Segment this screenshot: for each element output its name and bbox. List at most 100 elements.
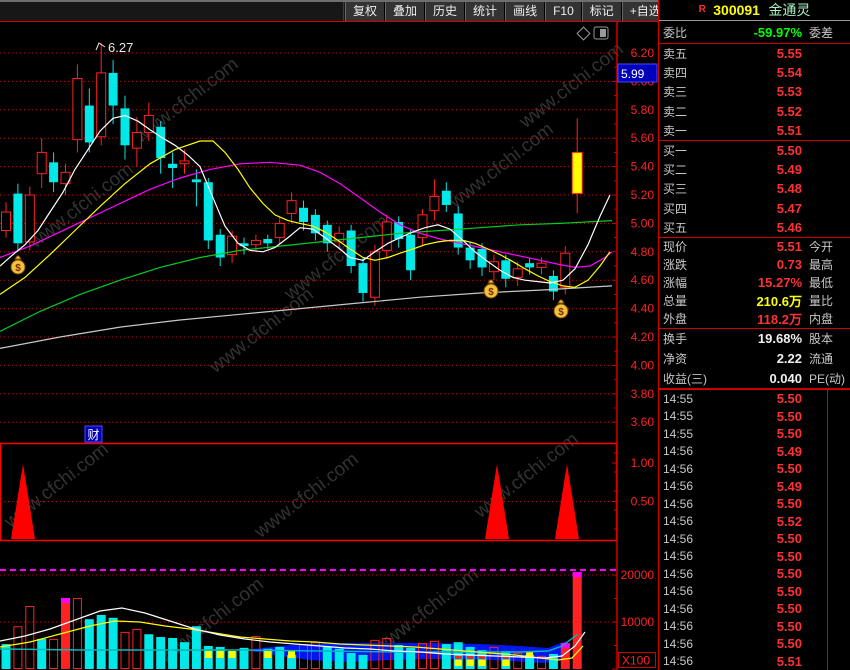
tick-price: 5.50 (776, 601, 802, 617)
ask-label: 卖四 (663, 66, 688, 81)
volume-bar-segment (228, 651, 236, 658)
stat-value: 0.73 (776, 257, 802, 273)
price-axis-label: 4.40 (631, 302, 655, 316)
bid-row-2[interactable]: 买二 5.49 (659, 160, 850, 179)
watermark-text: www.cfchi.com (130, 54, 243, 149)
candle-body-up (250, 239, 261, 246)
fin-label: 换手 (663, 332, 688, 347)
volume-bar (322, 646, 332, 669)
price-axis-label: 4.00 (631, 358, 655, 372)
quote-panel: R 300091 金通灵 委比 -59.97% 委差 卖五 5.55 卖四 5.54 卖… (658, 0, 850, 670)
candle-body-down (49, 162, 59, 183)
ask-row-5[interactable]: 卖五 5.55 (659, 44, 850, 63)
stat-value: 118.2万 (757, 312, 802, 328)
volume-bar-segment (264, 651, 272, 658)
ask-row-4[interactable]: 卖四 5.54 (659, 63, 850, 82)
candle-body-up (24, 194, 35, 243)
candle-body-up (536, 262, 547, 268)
stat-label: 总量 (663, 294, 688, 309)
cursor-price-tag: 5.99 (617, 63, 658, 83)
candle-body-highlight (571, 151, 583, 195)
ask-row-1[interactable]: 卖一 5.51 (659, 121, 850, 140)
stat-label2: 今开 (809, 240, 834, 255)
tick-price: 5.51 (776, 653, 802, 669)
tick-row-2: 14:55 5.50 (659, 407, 850, 425)
indicator-tag-label[interactable]: 财 (87, 428, 99, 442)
stat-label: 涨幅 (663, 276, 688, 291)
tick-row-11: 14:56 5.50 (659, 565, 850, 583)
tick-row-3: 14:55 5.50 (659, 425, 850, 443)
tick-time: 14:56 (663, 461, 694, 476)
price-axis-label: 5.60 (631, 131, 655, 145)
tick-row-10: 14:56 5.50 (659, 547, 850, 565)
candle-body-up (560, 252, 571, 288)
tick-row-13: 14:56 5.50 (659, 600, 850, 618)
stat-label: 现价 (663, 240, 688, 255)
volume-axis-label: 20000 (621, 568, 655, 582)
restore-window-icon[interactable] (593, 26, 609, 40)
tick-price: 5.50 (776, 531, 802, 547)
stat-row-5: 外盘 118.2万 内盘 (659, 310, 850, 328)
tick-time: 14:56 (663, 566, 694, 581)
tick-time: 14:56 (663, 584, 694, 599)
stat-label2: 最高 (809, 258, 834, 273)
stat-label2: 最低 (809, 276, 834, 291)
tick-time: 14:56 (663, 479, 694, 494)
tick-row-7: 14:56 5.50 (659, 495, 850, 513)
diamond-icon[interactable] (576, 26, 591, 41)
tick-price: 5.50 (776, 548, 802, 564)
volume-bar (156, 637, 166, 669)
bid-price: 5.48 (776, 181, 802, 197)
weicha-label: 委差 (809, 26, 834, 40)
volume-bar (358, 654, 368, 669)
fin-label2: PE(动) (809, 371, 846, 386)
fin-label: 收益(三) (663, 371, 707, 386)
tick-price: 5.50 (776, 461, 802, 477)
financial-stats: 换手 19.68% 股本 净资 2.22 流通 收益(三) 0.040 PE(动) (659, 329, 850, 389)
stat-label: 外盘 (663, 312, 688, 327)
stock-title: R 300091 金通灵 (659, 0, 850, 21)
indicator-tag[interactable]: 财 (84, 425, 103, 443)
bid-row-4[interactable]: 买四 5.47 (659, 199, 850, 218)
stat-row-1: 现价 5.51 今开 (659, 238, 850, 256)
tick-time: 14:56 (663, 636, 694, 651)
candle-body-down (13, 193, 23, 244)
ask-price: 5.51 (776, 122, 802, 138)
price-axis-label: 4.80 (631, 245, 655, 259)
bid-row-5[interactable]: 买五 5.46 (659, 218, 850, 237)
volume-multiplier: X100 (618, 652, 656, 668)
volume-bar (168, 637, 178, 669)
tick-price: 5.50 (776, 583, 802, 599)
candle-body-up (1, 211, 11, 231)
volume-bar (49, 638, 59, 669)
cursor-price-label: 5.99 (621, 67, 645, 81)
stat-label: 涨跌 (663, 258, 688, 273)
stat-label2: 量比 (809, 294, 834, 309)
bid-label: 买一 (663, 144, 688, 159)
tick-time: 14:56 (663, 549, 694, 564)
volume-bar (394, 645, 404, 669)
stat-value: 15.27% (757, 275, 802, 291)
ask-row-2[interactable]: 卖二 5.52 (659, 102, 850, 121)
bid-row-1[interactable]: 买一 5.50 (659, 141, 850, 160)
volume-bar (191, 626, 201, 669)
tick-price: 5.50 (776, 636, 802, 652)
tick-time: 14:56 (663, 496, 694, 511)
candle-body-down (120, 108, 130, 146)
stat-row-3: 涨幅 15.27% 最低 (659, 274, 850, 292)
bid-row-3[interactable]: 买三 5.48 (659, 179, 850, 198)
volume-bar-cap (61, 598, 70, 604)
candle-body-down (168, 163, 178, 169)
bid-price: 5.49 (776, 162, 802, 178)
ask-row-3[interactable]: 卖三 5.53 (659, 82, 850, 101)
stat-label2: 内盘 (809, 312, 834, 327)
volume-bar-segment (466, 660, 474, 666)
price-axis-label: 4.20 (631, 330, 655, 344)
tick-price: 5.50 (776, 391, 802, 407)
candle-body-up (36, 151, 47, 175)
watermark-text: www.cfchi.com (445, 119, 558, 214)
candle-body-up (369, 251, 380, 298)
volume-bar (25, 606, 35, 670)
volume-bar (239, 647, 249, 669)
fin-row-1: 换手 19.68% 股本 (659, 329, 850, 349)
